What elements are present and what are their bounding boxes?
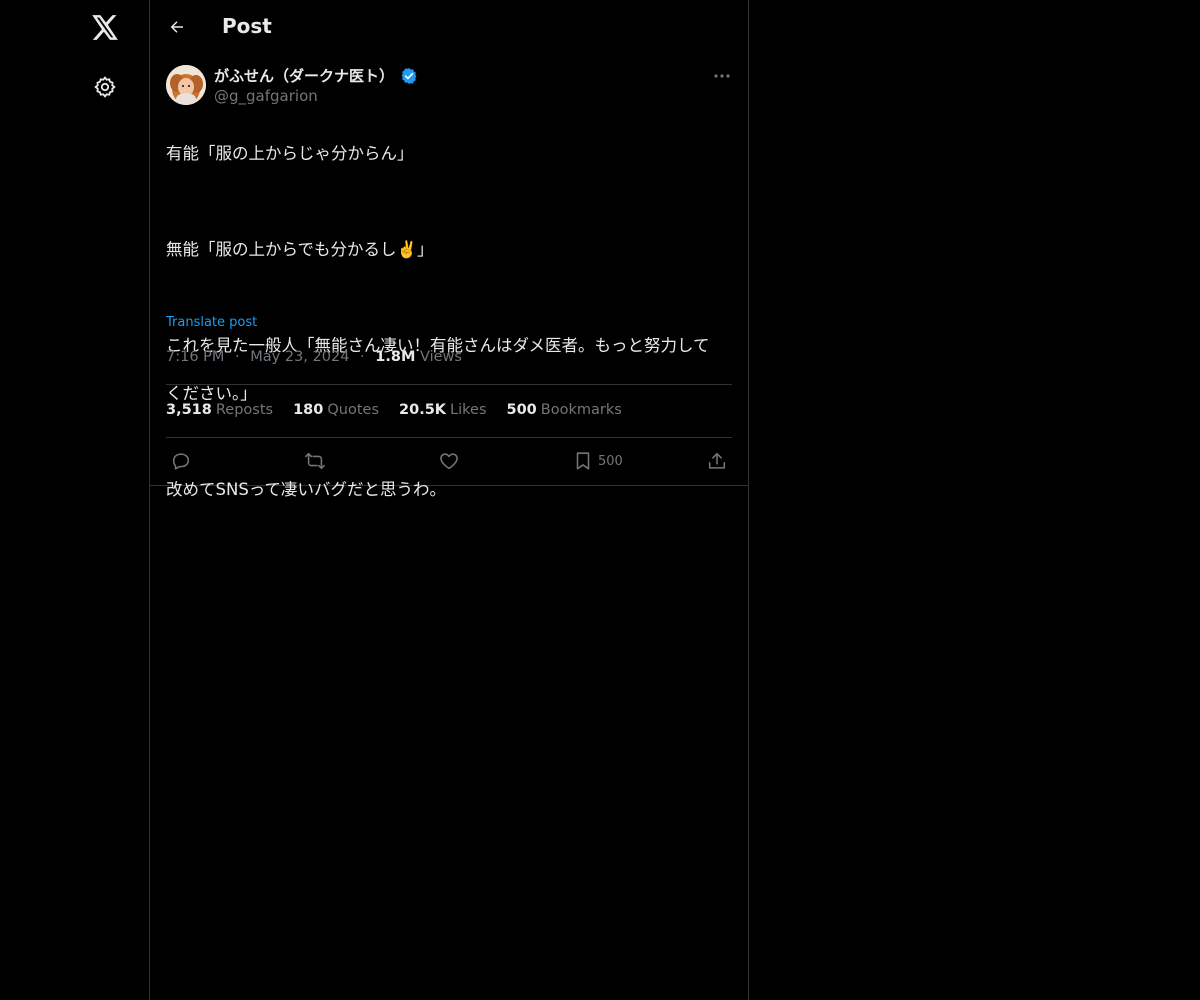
post-text-line: ​: [166, 190, 732, 214]
verified-badge-icon: [400, 67, 418, 85]
back-button[interactable]: [164, 14, 190, 40]
stat-number: 500: [506, 402, 537, 418]
author-name-text: がふせん（ダークナ医ト）: [214, 67, 395, 85]
share-button[interactable]: [706, 448, 728, 474]
reply-icon: [172, 453, 190, 470]
main-column: Post がふせん（ダークナ医ト） @g_gafgarion 有能「服の上からじ…: [150, 0, 749, 1000]
share-icon: [708, 452, 726, 469]
bookmark-button[interactable]: 500: [572, 448, 623, 474]
stat-label: Likes: [450, 402, 487, 418]
stat-label: Quotes: [327, 402, 380, 418]
stat-likes[interactable]: 20.5K Likes: [399, 402, 486, 418]
post-text-line: 改めてSNSって凄いバグだと思うわ。: [166, 480, 446, 499]
divider: [166, 437, 732, 438]
engagement-stats: 3,518 Reposts 180 Quotes 20.5K Likes 500 Boo…: [166, 402, 622, 418]
stat-number: 3,518: [166, 402, 212, 418]
translate-post-link[interactable]: Translate post: [166, 315, 257, 330]
author-name[interactable]: がふせん（ダークナ医ト）: [214, 65, 418, 86]
post-detail: がふせん（ダークナ医ト） @g_gafgarion 有能「服の上からじゃ分からん…: [150, 54, 748, 499]
stat-quotes[interactable]: 180 Quotes: [293, 402, 379, 418]
page-header: Post: [150, 0, 748, 54]
stat-number: 180: [293, 402, 324, 418]
heart-icon: [440, 453, 458, 470]
left-navigation: [0, 0, 150, 1000]
stat-number: 20.5K: [399, 402, 447, 418]
x-logo-icon[interactable]: [90, 12, 120, 42]
more-options-button[interactable]: [710, 66, 734, 86]
more-dots-icon: [714, 74, 730, 78]
stat-label: Reposts: [215, 402, 274, 418]
avatar[interactable]: [166, 65, 206, 105]
bookmark-icon: [576, 452, 590, 470]
back-arrow-icon: [170, 21, 183, 33]
like-button[interactable]: [438, 448, 460, 474]
post-text-line: ​: [166, 286, 732, 310]
bookmark-count: 500: [598, 453, 623, 469]
views-label: Views: [420, 349, 462, 365]
repost-button[interactable]: [303, 448, 327, 474]
stat-label: Bookmarks: [540, 402, 622, 418]
divider: [166, 384, 732, 385]
author-handle[interactable]: @g_gafgarion: [214, 87, 318, 105]
post-date[interactable]: May 23, 2024: [250, 349, 349, 365]
meta-separator: ·: [360, 349, 365, 365]
repost-icon: [305, 452, 325, 470]
post-actions: 500: [166, 448, 732, 474]
page-title: Post: [222, 14, 272, 38]
post-meta: 7:16 PM · May 23, 2024 · 1.8M Views: [166, 349, 462, 365]
meta-separator: ·: [235, 349, 240, 365]
gear-icon[interactable]: [92, 74, 118, 100]
stat-reposts[interactable]: 3,518 Reposts: [166, 402, 273, 418]
reply-button[interactable]: [170, 448, 192, 474]
post-text-line: 有能「服の上からじゃ分からん」: [166, 144, 414, 163]
views-count: 1.8M: [375, 349, 416, 365]
post-time[interactable]: 7:16 PM: [166, 349, 224, 365]
post-text-line: 無能「服の上からでも分かるし✌️」: [166, 240, 434, 259]
stat-bookmarks[interactable]: 500 Bookmarks: [507, 402, 622, 418]
